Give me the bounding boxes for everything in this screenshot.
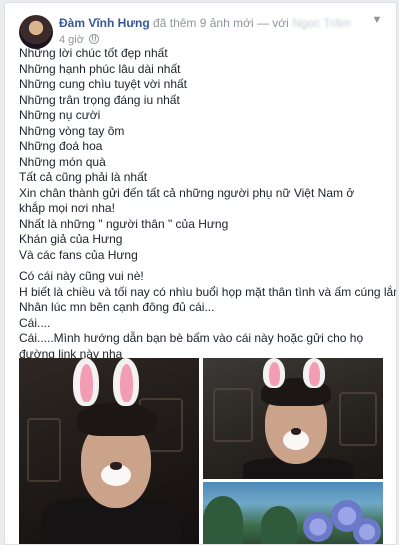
post-text-line: Những món quà xyxy=(19,154,106,169)
post-meta: 4 giờ xyxy=(59,33,359,47)
post-text-line: Những trân trọng đáng iu nhất xyxy=(19,92,180,107)
tagged-person-link[interactable]: Ngọc Trâm xyxy=(292,16,351,30)
post-card: Đàm Vĩnh Hưng đã thêm 9 ảnh mới — với Ng… xyxy=(4,2,397,545)
post-text-line: Những vòng tay ôm xyxy=(19,123,125,138)
photo-2[interactable] xyxy=(203,358,383,479)
person-hair xyxy=(77,402,157,436)
photo-grid xyxy=(19,358,383,544)
post-text-line: Những đoá hoa xyxy=(19,139,103,153)
post-text-line: Tất cả cũng phải là nhất xyxy=(19,170,148,184)
post-text-line: H biết là chiều và tối nay có nhìu buổi … xyxy=(19,284,397,299)
post-text-line: Khán giả của Hưng xyxy=(19,232,123,246)
post-timestamp[interactable]: 4 giờ xyxy=(59,34,84,46)
background-chair xyxy=(27,418,61,482)
post-text-line: Nhất là những " người thân " của Hưng xyxy=(19,216,229,231)
chevron-down-icon[interactable]: ▼ xyxy=(370,13,384,27)
author-avatar[interactable] xyxy=(19,15,53,49)
bunny-ear-right xyxy=(113,358,139,406)
tree xyxy=(203,496,243,544)
bunny-ear-left xyxy=(73,358,99,406)
bunny-ear-right xyxy=(303,358,325,388)
post-text-line: Những nụ cười xyxy=(19,108,101,122)
author-name-link[interactable]: Đàm Vĩnh Hưng xyxy=(59,16,150,30)
post-text-line: Cái.... xyxy=(19,315,51,330)
post-text-line: Những lời chúc tốt đẹp nhất xyxy=(19,46,168,60)
post-header: Đàm Vĩnh Hưng đã thêm 9 ảnh mới — với Ng… xyxy=(59,15,359,47)
post-text-line: Nhân lúc mn bên cạnh đông đủ cái... xyxy=(19,300,215,314)
bunny-nose xyxy=(291,428,301,435)
post-header-line: Đàm Vĩnh Hưng đã thêm 9 ảnh mới — với Ng… xyxy=(59,15,359,31)
photo-3[interactable] xyxy=(203,482,383,544)
bunny-ear-left xyxy=(263,358,285,388)
background-chair xyxy=(213,388,253,442)
post-text-line: Những cung chìu tuyệt vời nhất xyxy=(19,77,187,91)
post-text-line: Những hạnh phúc lâu dài nhất xyxy=(19,61,181,76)
post-text-line: Và các fans của Hưng xyxy=(19,247,138,262)
tree xyxy=(261,506,297,544)
post-text-line: Có cái này cũng vui nè! xyxy=(19,269,144,283)
post-text-line: Xin chân thành gửi đến tất cả những ngườ… xyxy=(19,185,355,216)
hydrangea-flower xyxy=(353,518,381,544)
photo-1[interactable] xyxy=(19,358,199,544)
post-text: Những lời chúc tốt đẹp nhất Những hạnh p… xyxy=(19,46,397,362)
post-action-text: đã thêm 9 ảnh mới — với xyxy=(153,16,289,30)
bunny-nose xyxy=(110,462,122,470)
hydrangea-flower xyxy=(303,512,333,542)
background-chair xyxy=(339,392,377,446)
globe-icon xyxy=(89,34,100,44)
